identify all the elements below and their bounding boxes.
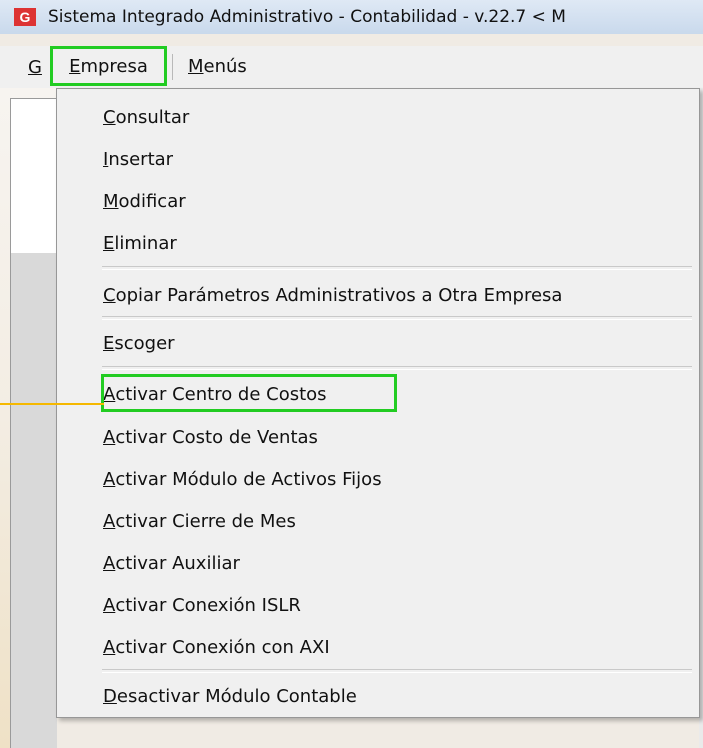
- menu-menus[interactable]: Menús: [188, 56, 247, 77]
- menu-divider: [102, 316, 692, 320]
- menu-item-consultar[interactable]: Consultar: [103, 101, 189, 133]
- menu-empresa-label: mpresa: [80, 55, 148, 77]
- menu-separator: [172, 54, 173, 80]
- item-label: opiar Parámetros Administrativos a Otra …: [115, 284, 563, 306]
- item-label: onsultar: [115, 106, 190, 128]
- menu-item-activar-costo-ventas[interactable]: Activar Costo de Ventas: [103, 421, 318, 453]
- empresa-dropdown-menu: Consultar Insertar Modificar Eliminar Co…: [56, 88, 700, 718]
- item-label: ctivar Conexión con AXI: [115, 636, 330, 658]
- accel-letter: A: [103, 636, 116, 658]
- accel-letter: A: [103, 426, 116, 448]
- menu-empresa[interactable]: Empresa: [50, 46, 167, 86]
- menu-item-activar-auxiliar[interactable]: Activar Auxiliar: [103, 547, 240, 579]
- menu-empresa-accel: E: [69, 55, 81, 77]
- accel-letter: A: [103, 468, 116, 490]
- menu-g[interactable]: G: [28, 57, 42, 78]
- menu-item-activar-conexion-islr[interactable]: Activar Conexión ISLR: [103, 589, 301, 621]
- item-label: ctivar Cierre de Mes: [115, 510, 296, 532]
- menu-item-activar-activos-fijos[interactable]: Activar Módulo de Activos Fijos: [103, 463, 382, 495]
- menu-menus-accel: M: [188, 56, 204, 77]
- accel-letter: A: [103, 594, 116, 616]
- menu-item-copiar-parametros[interactable]: Copiar Parámetros Administrativos a Otra…: [103, 279, 562, 311]
- accel-letter: D: [103, 685, 117, 707]
- menu-item-desactivar-modulo-contable[interactable]: Desactivar Módulo Contable: [103, 680, 357, 712]
- item-label: ctivar Centro de Costos: [115, 383, 327, 405]
- callout-leader-line: [0, 403, 104, 405]
- item-label: ctivar Auxiliar: [115, 552, 240, 574]
- accel-letter: E: [103, 232, 115, 254]
- window-title: Sistema Integrado Administrativo - Conta…: [48, 7, 566, 27]
- menu-item-activar-cierre-mes[interactable]: Activar Cierre de Mes: [103, 505, 296, 537]
- accel-letter: C: [103, 106, 116, 128]
- menu-item-activar-centro-costos[interactable]: Activar Centro de Costos: [103, 378, 327, 410]
- menu-bar: G Empresa Menús: [0, 46, 703, 88]
- accel-letter: C: [103, 284, 116, 306]
- menu-item-eliminar[interactable]: Eliminar: [103, 227, 177, 259]
- menu-item-activar-conexion-axi[interactable]: Activar Conexión con AXI: [103, 631, 330, 663]
- item-label: odificar: [118, 190, 186, 212]
- accel-letter: A: [103, 552, 116, 574]
- item-label: ctivar Costo de Ventas: [115, 426, 318, 448]
- item-label: nsertar: [108, 148, 174, 170]
- item-label: ctivar Conexión ISLR: [115, 594, 301, 616]
- item-label: liminar: [114, 232, 177, 254]
- background-gray-area: [10, 253, 57, 748]
- menu-item-modificar[interactable]: Modificar: [103, 185, 186, 217]
- title-bar: G Sistema Integrado Administrativo - Con…: [0, 0, 703, 34]
- accel-letter: E: [103, 332, 115, 354]
- item-label: esactivar Módulo Contable: [116, 685, 357, 707]
- menu-item-escoger[interactable]: Escoger: [103, 327, 175, 359]
- accel-letter: A: [103, 383, 116, 405]
- item-label: scoger: [114, 332, 175, 354]
- accel-letter: A: [103, 510, 116, 532]
- accel-letter: M: [103, 190, 119, 212]
- background-panel: [10, 98, 58, 255]
- menu-divider: [102, 669, 692, 673]
- menu-menus-label: enús: [203, 56, 247, 77]
- menu-divider: [102, 366, 692, 370]
- app-icon[interactable]: G: [14, 8, 36, 26]
- menu-divider: [102, 266, 692, 270]
- item-label: ctivar Módulo de Activos Fijos: [115, 468, 382, 490]
- menu-item-insertar[interactable]: Insertar: [103, 143, 173, 175]
